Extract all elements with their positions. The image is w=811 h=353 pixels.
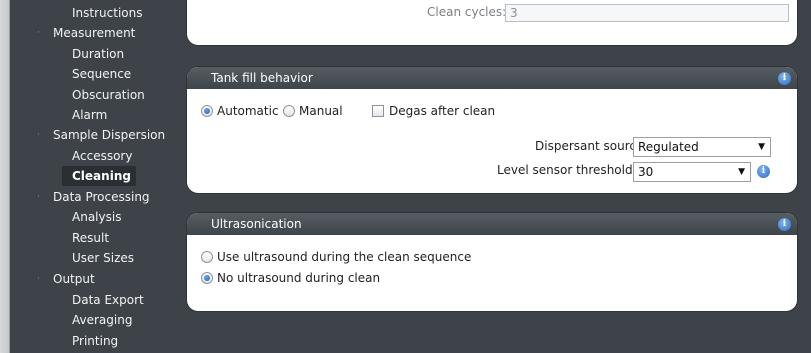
sidebar-item-label: User Sizes [72, 251, 135, 265]
sidebar-item-label: Instructions [72, 6, 143, 20]
sidebar-item-label: Obscuration [72, 88, 145, 102]
dispersant-source-label: Dispersant source: [535, 139, 648, 153]
bullet-icon: · [37, 28, 40, 38]
sidebar-item-user-sizes[interactable]: User Sizes [72, 248, 134, 268]
sidebar-item-label: Result [72, 231, 110, 245]
bullet-icon: · [37, 130, 40, 140]
sidebar-item-accessory[interactable]: Accessory [72, 146, 132, 166]
sidebar-item-sample-dispersion[interactable]: · Sample Dispersion [37, 125, 166, 145]
sidebar-item-label: Data Processing [53, 190, 150, 204]
level-sensor-label: Level sensor threshold: [497, 163, 637, 177]
ultrasonication-title: Ultrasonication [211, 217, 302, 231]
tank-fill-card: Tank fill behavior i Automatic Manual De… [186, 66, 798, 194]
sidebar-item-measurement[interactable]: · Measurement [37, 23, 136, 43]
sidebar-item-duration[interactable]: Duration [72, 44, 124, 64]
sidebar-item-label: Sample Dispersion [53, 128, 166, 142]
tank-fill-title: Tank fill behavior [211, 71, 313, 85]
no-ultrasound-radio[interactable] [201, 272, 213, 284]
use-ultrasound-radio[interactable] [201, 251, 213, 263]
window-edge [0, 0, 10, 353]
chevron-down-icon: ▼ [738, 167, 745, 177]
bullet-icon: · [37, 274, 40, 284]
clean-cycles-label: Clean cycles: [427, 5, 507, 19]
info-icon[interactable]: i [778, 218, 791, 231]
no-ultrasound-label: No ultrasound during clean [217, 271, 381, 285]
chevron-down-icon: ▼ [758, 142, 765, 152]
sidebar-item-label: Alarm [72, 108, 108, 122]
dispersant-source-select[interactable]: Regulated ▼ [633, 137, 771, 157]
sidebar-item-label: Averaging [72, 313, 133, 327]
manual-radio[interactable] [283, 105, 295, 117]
sidebar-item-label: Cleaning [72, 169, 131, 183]
manual-label: Manual [299, 104, 343, 118]
sidebar-item-averaging[interactable]: Averaging [72, 310, 132, 330]
sidebar-item-cleaning[interactable]: Cleaning [72, 166, 131, 186]
automatic-label: Automatic [217, 104, 279, 118]
degas-checkbox[interactable] [372, 105, 384, 117]
settings-sidebar: Instructions · Measurement Duration Sequ… [10, 0, 174, 353]
level-sensor-value: 30 [638, 165, 654, 179]
sidebar-item-label: Output [53, 272, 95, 286]
ultrasonication-card: Ultrasonication i Use ultrasound during … [186, 212, 798, 312]
ultrasonication-header: Ultrasonication [187, 213, 797, 235]
bullet-icon: · [37, 192, 40, 202]
clean-cycles-field[interactable]: 3 [505, 4, 789, 22]
sidebar-item-label: Data Export [72, 293, 144, 307]
sidebar-item-instructions[interactable]: Instructions [72, 3, 142, 23]
sidebar-item-output[interactable]: · Output [37, 269, 95, 289]
sidebar-item-label: Printing [72, 334, 119, 348]
sidebar-item-data-processing[interactable]: · Data Processing [37, 187, 150, 207]
app-window: Instructions · Measurement Duration Sequ… [0, 0, 811, 353]
dispersant-source-value: Regulated [638, 140, 699, 154]
sidebar-item-sequence[interactable]: Sequence [72, 64, 131, 84]
sidebar-item-printing[interactable]: Printing [72, 331, 118, 351]
sidebar-item-label: Duration [72, 47, 125, 61]
degas-label: Degas after clean [389, 104, 496, 118]
info-icon[interactable]: i [778, 72, 791, 85]
automatic-radio[interactable] [201, 105, 213, 117]
sidebar-item-analysis[interactable]: Analysis [72, 207, 121, 227]
use-ultrasound-label: Use ultrasound during the clean sequence [217, 250, 472, 264]
sidebar-item-result[interactable]: Result [72, 228, 109, 248]
sidebar-item-label: Measurement [53, 26, 136, 40]
level-sensor-select[interactable]: 30 ▼ [633, 162, 751, 182]
sidebar-item-label: Analysis [72, 210, 122, 224]
settings-content: Clean cycles: 3 Tank fill behavior i Aut… [174, 0, 811, 353]
sidebar-item-obscuration[interactable]: Obscuration [72, 85, 145, 105]
info-icon[interactable]: i [757, 165, 770, 178]
tank-fill-header: Tank fill behavior [187, 67, 797, 89]
sidebar-item-label: Sequence [72, 67, 132, 81]
sidebar-item-alarm[interactable]: Alarm [72, 105, 107, 125]
clean-cycles-card: Clean cycles: 3 [186, 0, 798, 46]
sidebar-item-data-export[interactable]: Data Export [72, 290, 144, 310]
sidebar-item-label: Accessory [72, 149, 133, 163]
